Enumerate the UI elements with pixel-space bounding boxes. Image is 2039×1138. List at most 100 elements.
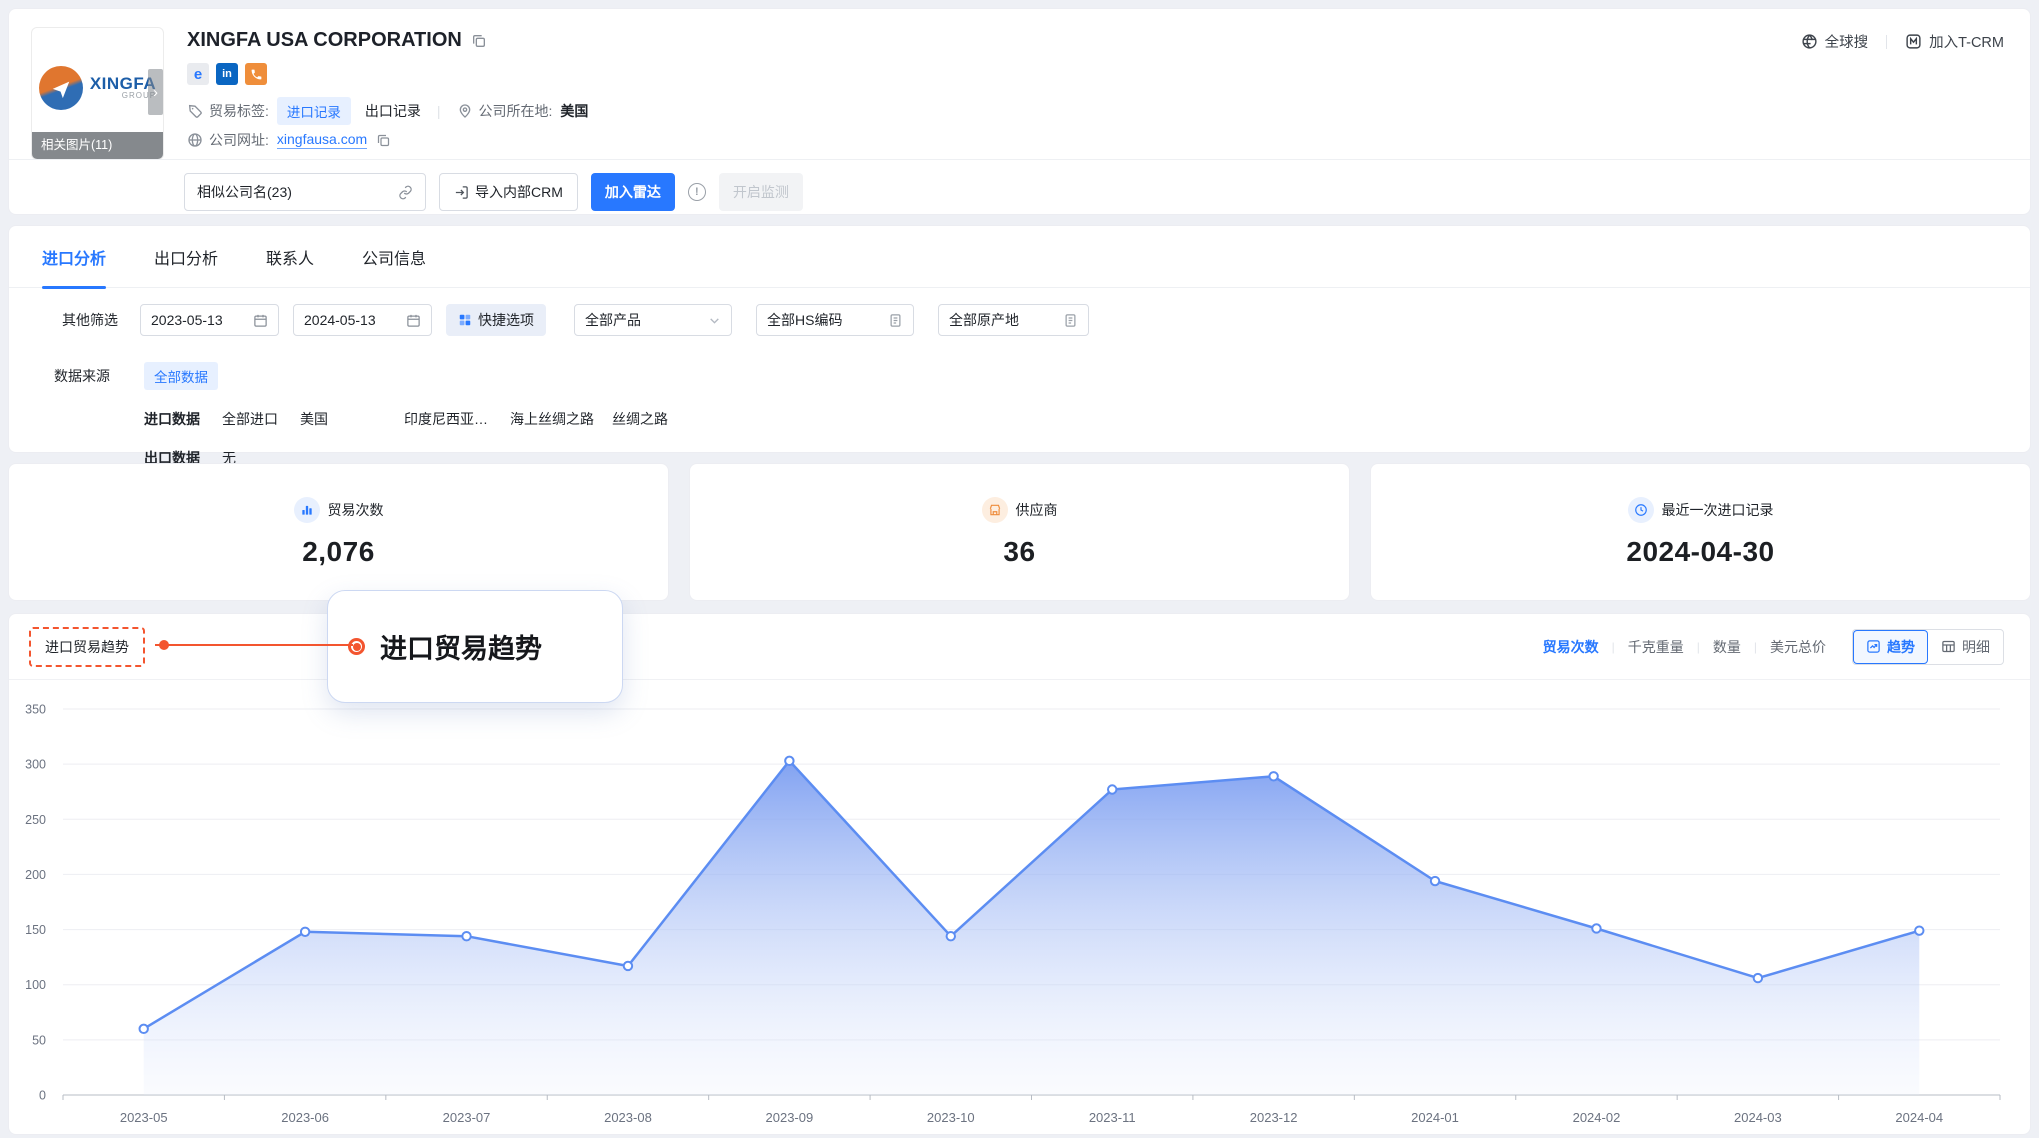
import-trend-card: 进口贸易趋势 进口贸易趋势 贸易次数 | 千克重量 | 数量 | 美元总价 趋势 xyxy=(8,613,2031,1135)
divider: | xyxy=(1754,640,1757,654)
metric-quantity[interactable]: 数量 xyxy=(1713,637,1741,657)
list-icon xyxy=(888,313,903,328)
all-data-chip[interactable]: 全部数据 xyxy=(144,362,218,390)
trend-point[interactable] xyxy=(1592,924,1600,932)
globe-icon xyxy=(187,132,203,148)
x-axis-label: 2023-08 xyxy=(604,1110,652,1125)
x-axis-label: 2024-04 xyxy=(1895,1110,1943,1125)
x-axis-label: 2023-09 xyxy=(766,1110,814,1125)
trend-point[interactable] xyxy=(140,1025,148,1033)
view-trend-button[interactable]: 趋势 xyxy=(1853,630,1928,664)
location-value: 美国 xyxy=(560,101,588,121)
callout-target-icon xyxy=(348,638,365,655)
x-axis-label: 2023-07 xyxy=(443,1110,491,1125)
callout-bubble: 进口贸易趋势 xyxy=(327,590,623,703)
stat-label: 供应商 xyxy=(1016,500,1058,520)
import-trend-chart[interactable]: 0501001502002503003502023-052023-062023-… xyxy=(9,680,2030,1134)
x-axis-label: 2023-11 xyxy=(1089,1110,1136,1125)
import-icon xyxy=(454,185,469,200)
start-monitoring-button[interactable]: 开启监测 xyxy=(719,173,803,211)
y-axis-label: 250 xyxy=(25,813,46,827)
start-date-input[interactable]: 2023-05-13 xyxy=(140,304,279,336)
stat-label: 最近一次进口记录 xyxy=(1662,500,1774,520)
linkedin-icon[interactable]: in xyxy=(216,63,238,85)
last-import-value: 2024-04-30 xyxy=(1626,536,1774,568)
x-axis-label: 2023-12 xyxy=(1250,1110,1298,1125)
suppliers-value: 36 xyxy=(1003,536,1035,568)
metric-trade-count[interactable]: 贸易次数 xyxy=(1543,637,1599,657)
website-browser-icon[interactable]: e xyxy=(187,63,209,85)
trend-point[interactable] xyxy=(1915,926,1923,934)
metric-kg-weight[interactable]: 千克重量 xyxy=(1628,637,1684,657)
metric-usd-total[interactable]: 美元总价 xyxy=(1770,637,1826,657)
trend-point[interactable] xyxy=(1754,974,1762,982)
import-source-item[interactable]: 全部进口 xyxy=(222,409,278,429)
copy-icon[interactable] xyxy=(471,33,487,49)
tab-import-analysis[interactable]: 进口分析 xyxy=(42,226,106,288)
list-icon xyxy=(1063,313,1078,328)
supplier-icon xyxy=(982,497,1008,523)
divider: | xyxy=(1697,640,1700,654)
all-products-select[interactable]: 全部产品 xyxy=(574,304,732,336)
copy-icon[interactable] xyxy=(376,133,391,148)
tab-export-analysis[interactable]: 出口分析 xyxy=(154,226,218,288)
global-search-button[interactable]: 全球搜 xyxy=(1801,31,1869,52)
data-source-label: 数据来源 xyxy=(54,366,144,386)
stat-card-trade-count: 贸易次数 2,076 xyxy=(8,463,669,601)
company-image-thumbnail[interactable]: XINGFA GROUP 相关图片(11) › xyxy=(31,27,164,160)
callout-text: 进口贸易趋势 xyxy=(380,627,542,666)
website-link[interactable]: xingfausa.com xyxy=(277,131,367,149)
stat-card-suppliers: 供应商 36 xyxy=(689,463,1350,601)
info-icon[interactable]: ! xyxy=(688,183,706,201)
trend-point[interactable] xyxy=(1269,772,1277,780)
grid-icon xyxy=(458,313,472,327)
trend-point[interactable] xyxy=(462,932,470,940)
company-logo: XINGFA GROUP xyxy=(39,66,156,110)
import-internal-crm-button[interactable]: 导入内部CRM xyxy=(439,173,578,211)
website-label: 公司网址: xyxy=(209,130,269,150)
tag-import-records[interactable]: 进口记录 xyxy=(277,97,351,125)
import-source-item[interactable]: 印度尼西亚… xyxy=(404,409,488,429)
link-icon xyxy=(398,185,413,200)
tab-contacts[interactable]: 联系人 xyxy=(266,226,314,288)
trend-point[interactable] xyxy=(624,962,632,970)
analysis-card: 进口分析 出口分析 联系人 公司信息 其他筛选 2023-05-13 2024-… xyxy=(8,225,2031,453)
image-next-arrow[interactable]: › xyxy=(148,69,163,115)
trend-icon xyxy=(1866,639,1881,654)
trend-point[interactable] xyxy=(1431,877,1439,885)
x-axis-label: 2023-06 xyxy=(281,1110,329,1125)
join-radar-button[interactable]: 加入雷达 xyxy=(591,173,675,211)
trend-point[interactable] xyxy=(785,757,793,765)
import-source-item[interactable]: 海上丝绸之路 xyxy=(510,409,594,429)
trend-point[interactable] xyxy=(301,928,309,936)
divider: | xyxy=(437,103,441,119)
other-filters-label: 其他筛选 xyxy=(62,310,118,330)
trend-point[interactable] xyxy=(947,932,955,940)
quick-options-button[interactable]: 快捷选项 xyxy=(446,304,546,336)
import-source-item[interactable]: 美国 xyxy=(300,409,328,429)
import-source-item[interactable]: 丝绸之路 xyxy=(612,409,668,429)
y-axis-label: 50 xyxy=(32,1033,46,1047)
view-detail-button[interactable]: 明细 xyxy=(1928,630,2003,664)
phone-icon[interactable] xyxy=(245,63,267,85)
end-date-input[interactable]: 2024-05-13 xyxy=(293,304,432,336)
similar-companies-button[interactable]: 相似公司名(23) xyxy=(184,173,426,211)
join-tcrm-button[interactable]: 加入T-CRM xyxy=(1905,31,2004,52)
bar-chart-icon xyxy=(294,497,320,523)
tag-export-records[interactable]: 出口记录 xyxy=(365,101,421,121)
table-icon xyxy=(1941,639,1956,654)
company-header-card: XINGFA GROUP 相关图片(11) › XINGFA USA CORPO… xyxy=(8,8,2031,215)
chart-title: 进口贸易趋势 xyxy=(29,627,145,667)
all-hs-codes-button[interactable]: 全部HS编码 xyxy=(756,304,914,336)
tab-company-info[interactable]: 公司信息 xyxy=(362,226,426,288)
clock-icon xyxy=(1628,497,1654,523)
y-axis-label: 300 xyxy=(25,758,46,772)
import-data-label: 进口数据 xyxy=(144,409,200,429)
trend-area xyxy=(144,761,1920,1095)
x-axis-label: 2024-02 xyxy=(1573,1110,1621,1125)
trend-point[interactable] xyxy=(1108,785,1116,793)
all-origins-button[interactable]: 全部原产地 xyxy=(938,304,1089,336)
x-axis-label: 2024-03 xyxy=(1734,1110,1782,1125)
company-name: XINGFA USA CORPORATION xyxy=(187,29,462,52)
logo-text: XINGFA xyxy=(90,75,156,92)
